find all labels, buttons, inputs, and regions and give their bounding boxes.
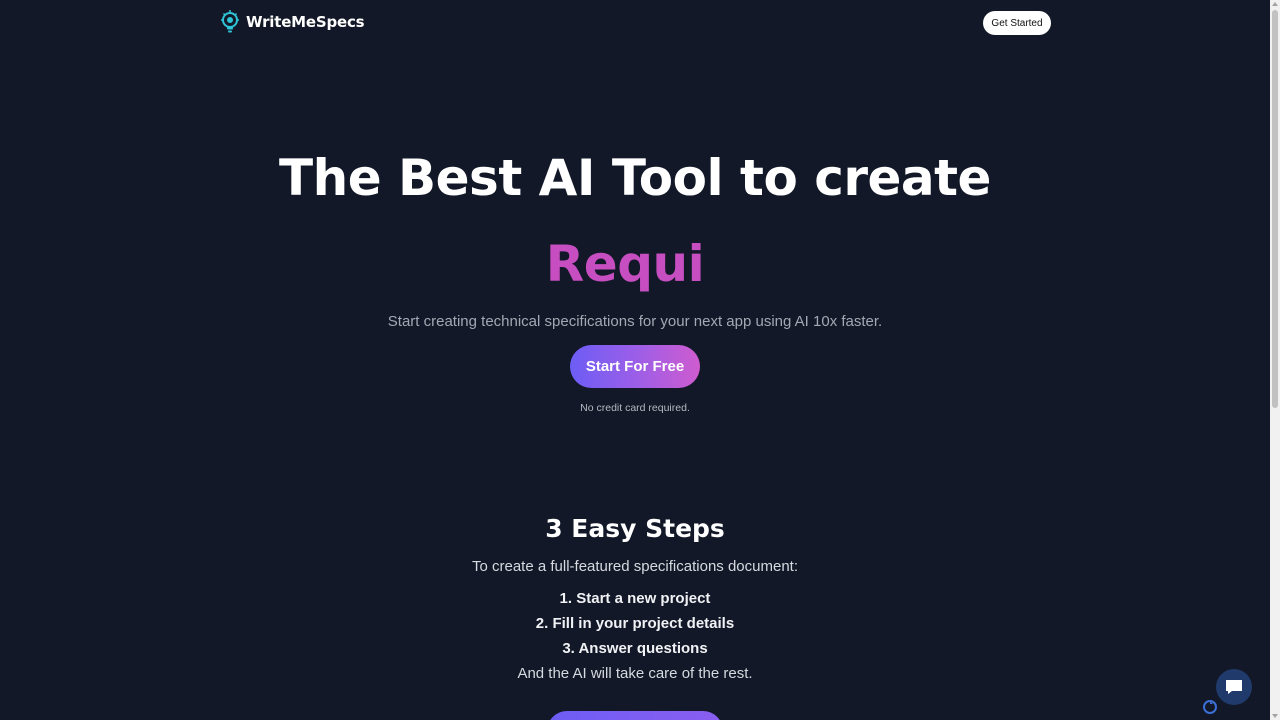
steps-title: 3 Easy Steps [545,514,725,543]
chat-bubble-icon [1226,680,1242,694]
chat-widget-button[interactable] [1216,669,1252,705]
recaptcha-icon[interactable] [1202,699,1218,715]
brand-name: WriteMeSpecs [246,13,365,31]
start-for-free-button[interactable]: Start For Free [570,345,700,388]
hero-subtitle: Start creating technical specifications … [387,313,883,330]
step-item: 2. Fill in your project details [535,615,735,632]
get-started-button[interactable]: Get Started [983,11,1051,35]
scroll-up-arrow-icon[interactable] [1272,2,1278,6]
brand[interactable]: WriteMeSpecs [220,10,365,34]
steps-list: 1. Start a new project 2. Fill in your p… [0,586,1270,661]
hero-typed-text: Requi [545,235,705,293]
hero-title: The Best AI Tool to create [279,149,991,207]
steps-outro: And the AI will take care of the rest. [517,665,753,682]
scrollbar-thumb[interactable] [1272,10,1278,408]
step-item: 1. Start a new project [559,590,711,607]
step-item: 3. Answer questions [562,640,708,657]
no-credit-card-note: No credit card required. [580,402,690,414]
scroll-down-arrow-icon[interactable] [1272,714,1278,718]
landing-page: WriteMeSpecs Get Started The Best AI Too… [0,0,1280,720]
steps-intro: To create a full-featured specifications… [471,558,798,575]
vertical-scrollbar[interactable] [1270,0,1280,720]
bottom-cta-button[interactable] [547,711,723,720]
lightbulb-gear-icon [221,10,239,33]
